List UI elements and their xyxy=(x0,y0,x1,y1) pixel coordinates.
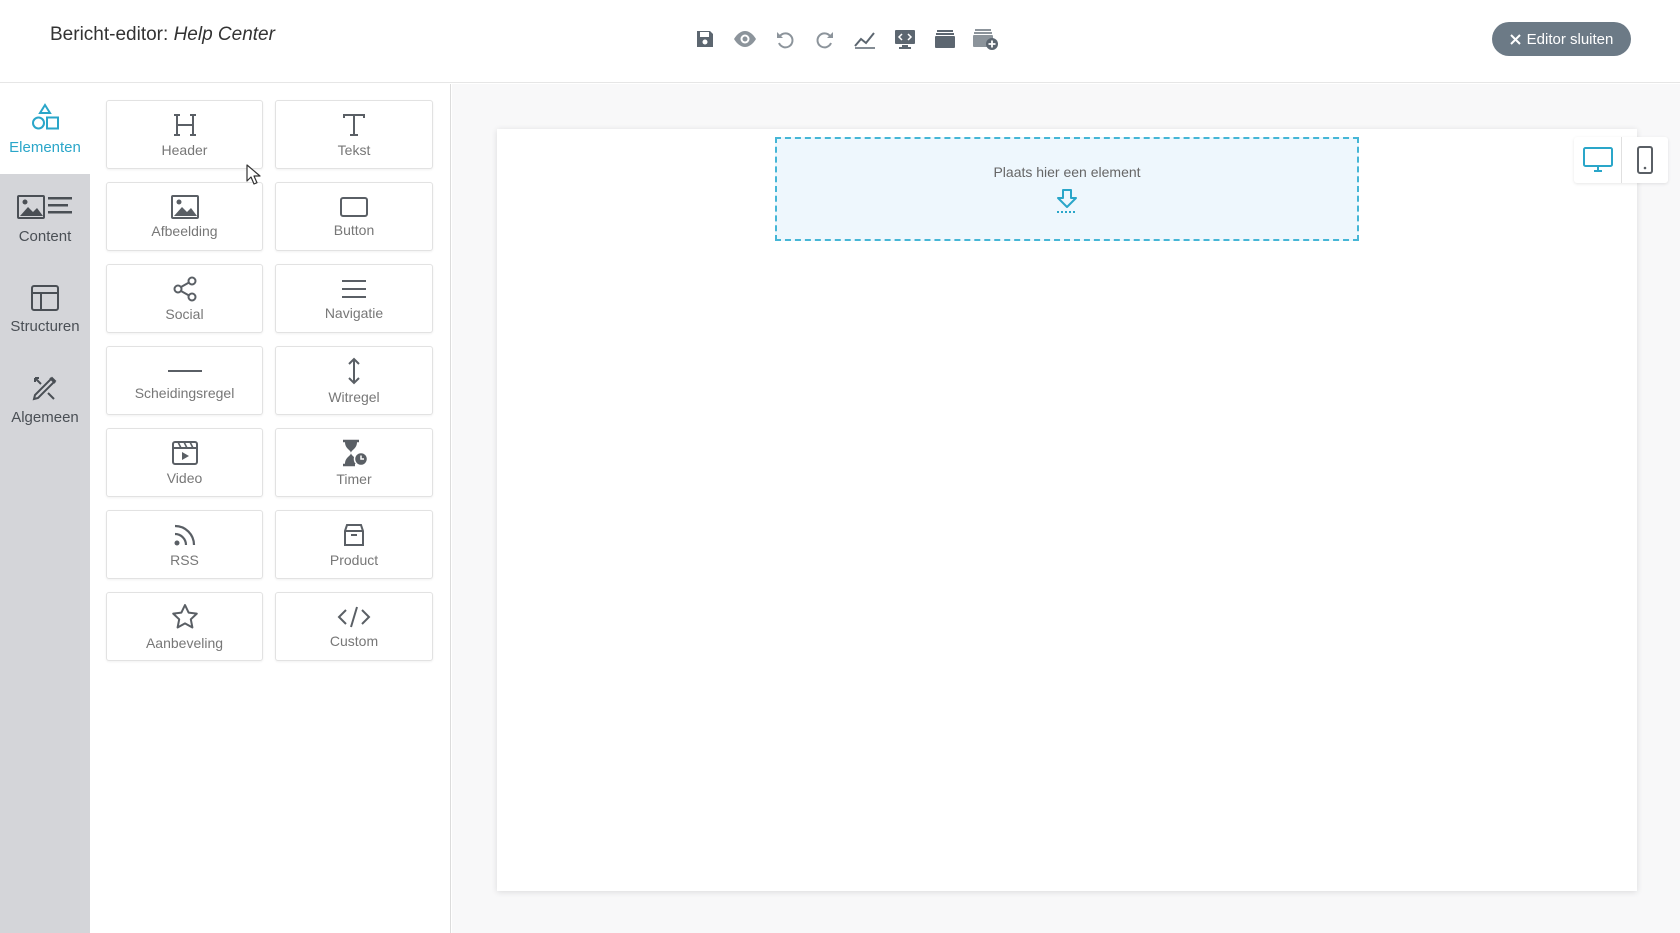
elements-panel: Header Tekst Afbeelding Button Social Na… xyxy=(90,84,451,933)
stats-icon xyxy=(854,32,875,49)
element-tile-aanbeveling[interactable]: Aanbeveling xyxy=(106,592,263,661)
editor-title: Bericht-editor: Help Center xyxy=(50,24,275,46)
rss-icon xyxy=(174,524,195,545)
redo-button[interactable] xyxy=(805,24,845,54)
elements-grid: Header Tekst Afbeelding Button Social Na… xyxy=(106,100,433,661)
element-label: RSS xyxy=(170,551,199,568)
element-tile-social[interactable]: Social xyxy=(106,264,263,333)
box-icon xyxy=(344,523,364,546)
sidebar-item-algemeen[interactable]: Algemeen xyxy=(0,354,90,444)
element-label: Timer xyxy=(336,470,372,487)
element-tile-tekst[interactable]: Tekst xyxy=(275,100,433,169)
button-icon xyxy=(340,196,368,217)
sidebar-item-label: Algemeen xyxy=(11,408,79,426)
email-canvas[interactable]: Plaats hier een element xyxy=(497,129,1668,891)
x-icon xyxy=(1509,33,1521,45)
editor-toolbar xyxy=(685,24,1005,54)
drop-arrow-icon xyxy=(1057,189,1077,213)
element-label: Header xyxy=(161,141,208,158)
add-template-icon xyxy=(973,29,998,50)
save-button[interactable] xyxy=(685,24,725,54)
top-bar: Bericht-editor: Help Center Editor sluit… xyxy=(0,0,1680,83)
editor-title-prefix: Bericht-editor: xyxy=(50,24,169,45)
divider-icon xyxy=(167,369,202,372)
hourglass-icon xyxy=(343,439,369,466)
left-sidebar: Elementen Content Structuren Algemeen xyxy=(0,84,90,933)
preview-button[interactable] xyxy=(725,24,765,54)
image-icon xyxy=(170,194,199,219)
mobile-icon xyxy=(1637,146,1653,174)
element-label: Social xyxy=(165,305,204,322)
sidebar-item-label: Elementen xyxy=(9,138,81,156)
element-tile-navigatie[interactable]: Navigatie xyxy=(275,264,433,333)
shapes-icon xyxy=(32,102,59,129)
save-icon xyxy=(697,31,713,47)
drop-zone[interactable]: Plaats hier een element xyxy=(775,137,1359,241)
layout-icon xyxy=(31,284,59,311)
element-tile-button[interactable]: Button xyxy=(275,182,433,251)
sidebar-item-elementen[interactable]: Elementen xyxy=(0,84,90,174)
element-tile-timer[interactable]: Timer xyxy=(275,428,433,497)
element-tile-afbeelding[interactable]: Afbeelding xyxy=(106,182,263,251)
canvas-area: Plaats hier een element xyxy=(452,84,1680,933)
element-label: Video xyxy=(166,469,203,486)
close-editor-button[interactable]: Editor sluiten xyxy=(1492,22,1631,56)
desktop-icon xyxy=(1582,147,1613,172)
device-switcher xyxy=(1574,137,1668,183)
sidebar-item-label: Structuren xyxy=(10,317,80,335)
text-icon xyxy=(343,113,365,136)
spacer-icon xyxy=(348,357,360,384)
element-tile-witregel[interactable]: Witregel xyxy=(275,346,433,415)
undo-button[interactable] xyxy=(765,24,805,54)
element-label: Button xyxy=(333,221,375,238)
sidebar-item-content[interactable]: Content xyxy=(0,174,90,264)
element-label: Tekst xyxy=(337,141,371,158)
preview-icon xyxy=(734,31,756,47)
drop-zone-text: Plaats hier een element xyxy=(993,164,1141,180)
sidebar-item-structuren[interactable]: Structuren xyxy=(0,264,90,354)
close-editor-label: Editor sluiten xyxy=(1526,30,1614,48)
sidebar-item-label: Content xyxy=(18,227,72,245)
code-icon xyxy=(337,606,371,627)
template-icon xyxy=(935,30,955,48)
add-template-button[interactable] xyxy=(965,24,1005,54)
video-icon xyxy=(171,440,198,465)
element-label: Witregel xyxy=(328,388,380,405)
brush-icon xyxy=(32,376,57,400)
redo-icon xyxy=(816,32,833,49)
element-label: Product xyxy=(329,551,379,568)
code-view-button[interactable] xyxy=(885,24,925,54)
heading-icon xyxy=(173,113,196,136)
element-label: Scheidingsregel xyxy=(134,384,235,401)
element-label: Navigatie xyxy=(324,304,384,321)
element-label: Aanbeveling xyxy=(145,634,224,651)
element-tile-scheidingsregel[interactable]: Scheidingsregel xyxy=(106,346,263,415)
stats-button[interactable] xyxy=(845,24,885,54)
star-icon xyxy=(171,603,198,628)
desktop-view-button[interactable] xyxy=(1574,137,1621,183)
element-tile-rss[interactable]: RSS xyxy=(106,510,263,579)
menu-icon xyxy=(342,279,366,298)
element-tile-product[interactable]: Product xyxy=(275,510,433,579)
undo-icon xyxy=(777,32,794,49)
element-tile-video[interactable]: Video xyxy=(106,428,263,497)
element-label: Custom xyxy=(329,632,379,649)
image-text-icon xyxy=(17,194,72,219)
template-button[interactable] xyxy=(925,24,965,54)
mobile-view-button[interactable] xyxy=(1621,137,1668,183)
element-label: Afbeelding xyxy=(151,222,218,239)
code-view-icon xyxy=(895,30,915,49)
element-tile-header[interactable]: Header xyxy=(106,100,263,169)
element-tile-custom[interactable]: Custom xyxy=(275,592,433,661)
editor-title-document: Help Center xyxy=(173,24,275,45)
share-icon xyxy=(173,276,196,301)
